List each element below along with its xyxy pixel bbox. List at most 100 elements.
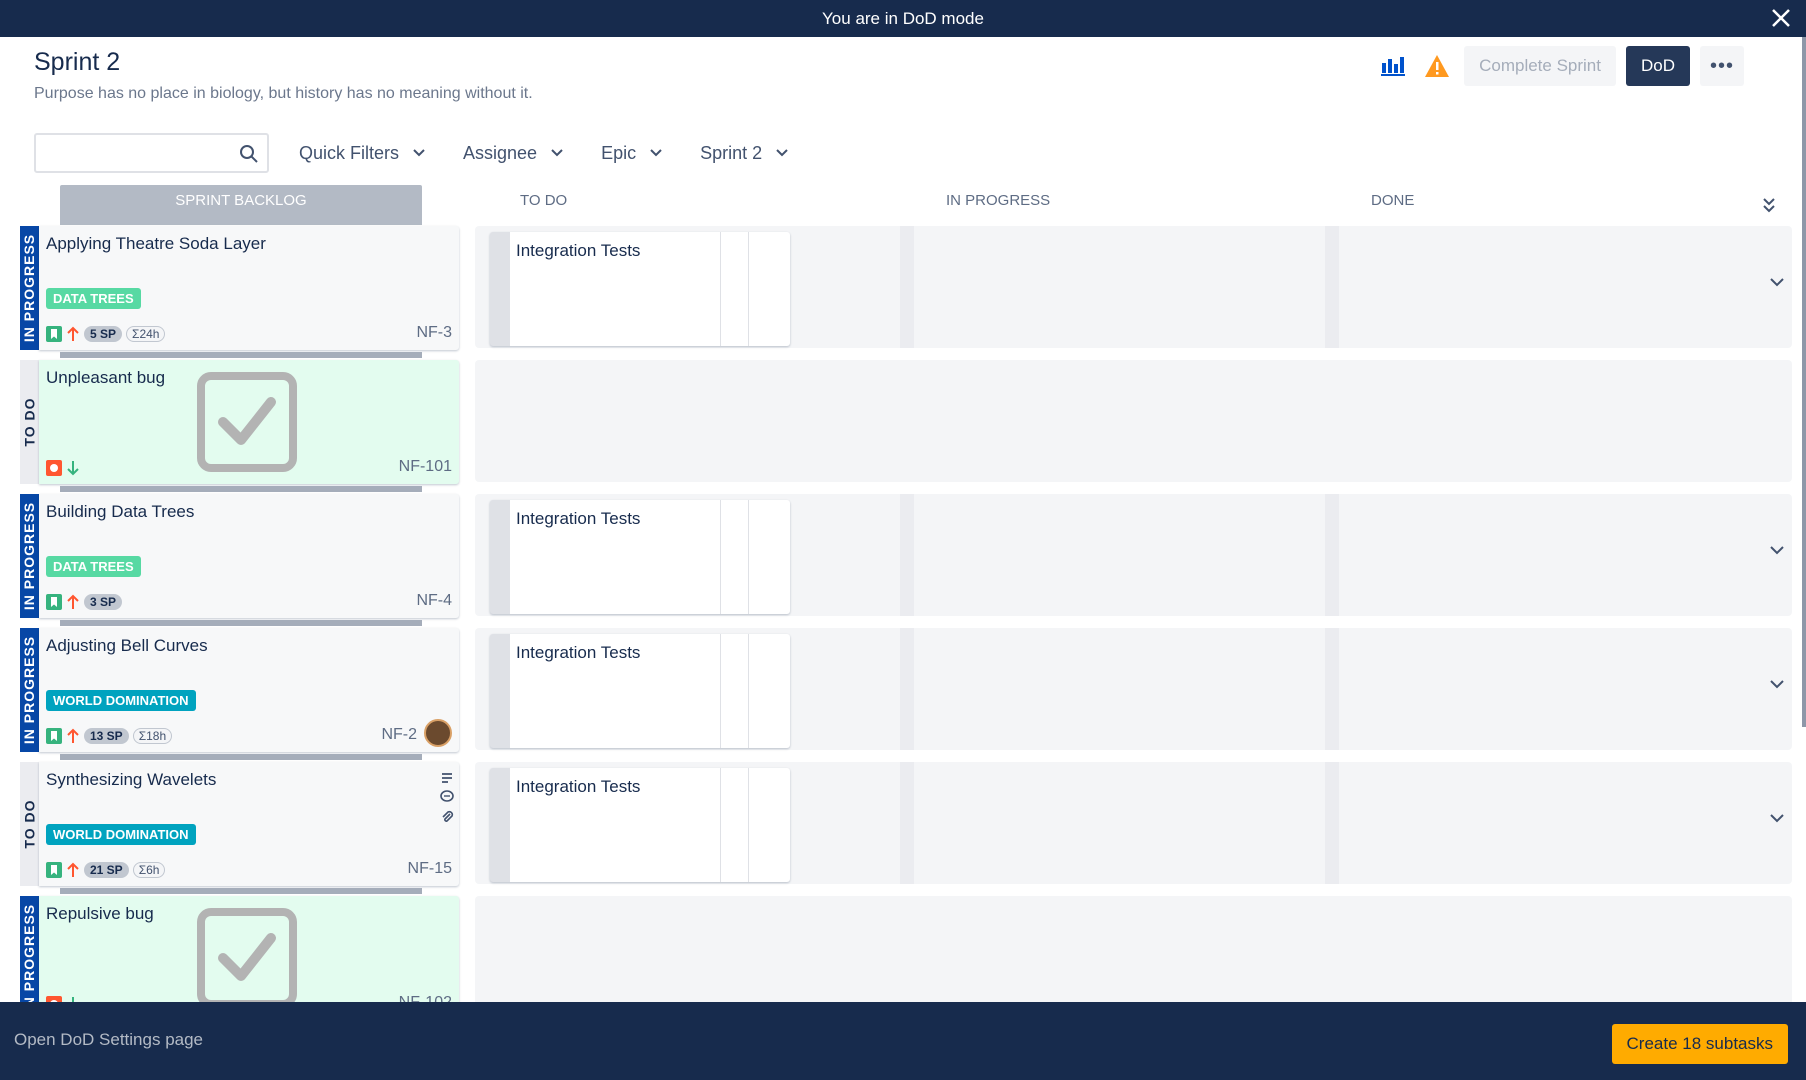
subtask-title: Integration Tests (516, 509, 641, 528)
issue-key[interactable]: NF-102 (399, 994, 452, 1002)
issue-key[interactable]: NF-101 (399, 458, 452, 476)
chevron-down-icon (776, 149, 788, 157)
warning-icon[interactable] (1420, 47, 1454, 85)
create-subtasks-button[interactable]: Create 18 subtasks (1611, 1024, 1788, 1064)
issue-title: Repulsive bug (46, 904, 154, 923)
column-in-progress: IN PROGRESS (946, 192, 1051, 209)
more-actions-button[interactable]: ••• (1700, 46, 1744, 86)
status-strip: TO DO (20, 762, 39, 886)
estimate-badge: Σ24h (126, 326, 166, 342)
issue-meta: 13 SP Σ18h (46, 728, 173, 744)
story-points-badge: 21 SP (84, 862, 129, 878)
status-strip: IN PROGRESS (20, 896, 39, 1002)
issue-card[interactable]: Building Data Trees DATA TREES 3 SP NF-4 (39, 494, 459, 626)
story-icon (46, 728, 62, 744)
priority-low-icon (67, 461, 79, 476)
issue-key[interactable]: NF-3 (416, 324, 452, 342)
swimlane (475, 360, 1792, 482)
status-strip: TO DO (20, 360, 39, 484)
issue-card[interactable]: Adjusting Bell Curves WORLD DOMINATION 1… (39, 628, 459, 760)
column-done: DONE (1371, 192, 1415, 209)
attachment-icon (442, 810, 454, 822)
collapse-all-icon[interactable] (1762, 197, 1776, 217)
subtask-title: Integration Tests (516, 643, 641, 662)
chevron-down-icon[interactable] (1770, 810, 1784, 828)
issue-card[interactable]: Applying Theatre Soda Layer DATA TREES 5… (39, 226, 459, 358)
issue-title: Applying Theatre Soda Layer (46, 234, 266, 253)
board-rows: IN PROGRESS Applying Theatre Soda Layer … (0, 224, 1806, 1002)
subtask-card[interactable]: Integration Tests (490, 500, 790, 614)
subtask-card[interactable]: Integration Tests (490, 232, 790, 346)
scrollbar[interactable] (1802, 37, 1806, 727)
header-actions: Complete Sprint DoD ••• (1376, 46, 1744, 86)
done-check-icon (197, 372, 297, 472)
dod-button[interactable]: DoD (1625, 46, 1690, 86)
issue-meta: 5 SP Σ24h (46, 326, 166, 342)
epic-badge: DATA TREES (46, 556, 141, 577)
close-icon[interactable] (1766, 3, 1796, 33)
quick-filters-dropdown[interactable]: Quick Filters (291, 133, 433, 173)
page-title: Sprint 2 (34, 48, 121, 76)
story-icon (46, 326, 62, 342)
swimlane-row: TO DO Unpleasant bug NF-101 (0, 358, 1806, 492)
column-headers: SPRINT BACKLOG TO DO IN PROGRESS DONE (0, 185, 1806, 225)
issue-meta: 21 SP Σ6h (46, 862, 166, 878)
chevron-down-icon[interactable] (1770, 542, 1784, 560)
banner-text: You are in DoD mode (822, 9, 984, 28)
issue-title: Adjusting Bell Curves (46, 636, 208, 655)
avatar[interactable] (424, 719, 452, 747)
issue-card[interactable]: Synthesizing Wavelets WORLD DOMINATION 2… (39, 762, 459, 894)
swimlane (475, 896, 1792, 1002)
sprint-goal: Purpose has no place in biology, but his… (34, 85, 533, 102)
bug-icon (46, 460, 62, 476)
priority-high-icon (67, 594, 79, 609)
subtask-title: Integration Tests (516, 241, 641, 260)
priority-high-icon (67, 728, 79, 743)
issue-key[interactable]: NF-4 (416, 592, 452, 610)
epic-badge: WORLD DOMINATION (46, 690, 196, 711)
epic-badge: WORLD DOMINATION (46, 824, 196, 845)
story-points-badge: 13 SP (84, 728, 129, 744)
assignee-dropdown[interactable]: Assignee (455, 133, 571, 173)
comment-icon (440, 790, 454, 802)
done-check-icon (197, 908, 297, 1002)
issue-key[interactable]: NF-15 (408, 860, 452, 878)
chevron-down-icon (551, 149, 563, 157)
issue-meta: 3 SP (46, 594, 123, 610)
card-indicators (440, 772, 454, 824)
assignee-label: Assignee (463, 142, 538, 163)
sprint-dropdown[interactable]: Sprint 2 (692, 133, 796, 173)
report-icon[interactable] (1376, 47, 1410, 85)
subtask-card[interactable]: Integration Tests (490, 768, 790, 882)
chevron-down-icon (413, 149, 425, 157)
subtask-card[interactable]: Integration Tests (490, 634, 790, 748)
swimlane-row: IN PROGRESS Building Data Trees DATA TRE… (0, 492, 1806, 626)
issue-card[interactable]: Unpleasant bug NF-101 (39, 360, 459, 492)
complete-sprint-button[interactable]: Complete Sprint (1464, 46, 1616, 86)
story-icon (46, 862, 62, 878)
swimlane-row: IN PROGRESS Applying Theatre Soda Layer … (0, 224, 1806, 358)
open-dod-settings-link[interactable]: Open DoD Settings page (14, 1030, 203, 1050)
quick-filters-label: Quick Filters (299, 142, 400, 163)
status-strip: IN PROGRESS (20, 628, 39, 752)
epic-dropdown[interactable]: Epic (593, 133, 670, 173)
sprint-label: Sprint 2 (700, 142, 763, 163)
swimlane-row: TO DO Synthesizing Wavelets WORLD DOMINA… (0, 760, 1806, 894)
chevron-down-icon[interactable] (1770, 274, 1784, 292)
dod-footer: Open DoD Settings page Create 18 subtask… (0, 1002, 1806, 1080)
column-to-do: TO DO (520, 192, 568, 209)
swimlane-row: IN PROGRESS Repulsive bug NF-102 (0, 894, 1806, 1002)
story-points-badge: 3 SP (84, 594, 123, 610)
chevron-down-icon (650, 149, 662, 157)
search-icon (240, 145, 258, 163)
chevron-down-icon[interactable] (1770, 676, 1784, 694)
status-strip: IN PROGRESS (20, 226, 39, 350)
column-sprint-backlog: SPRINT BACKLOG (60, 185, 422, 225)
filter-bar: Quick Filters Assignee Epic Sprint 2 (34, 133, 796, 173)
search-input[interactable] (34, 133, 269, 173)
sprint-header: Sprint 2 Purpose has no place in biology… (34, 48, 533, 103)
status-strip: IN PROGRESS (20, 494, 39, 618)
issue-card[interactable]: Repulsive bug NF-102 (39, 896, 459, 1002)
issue-key[interactable]: NF-2 (381, 726, 417, 744)
issue-title: Synthesizing Wavelets (46, 770, 217, 789)
